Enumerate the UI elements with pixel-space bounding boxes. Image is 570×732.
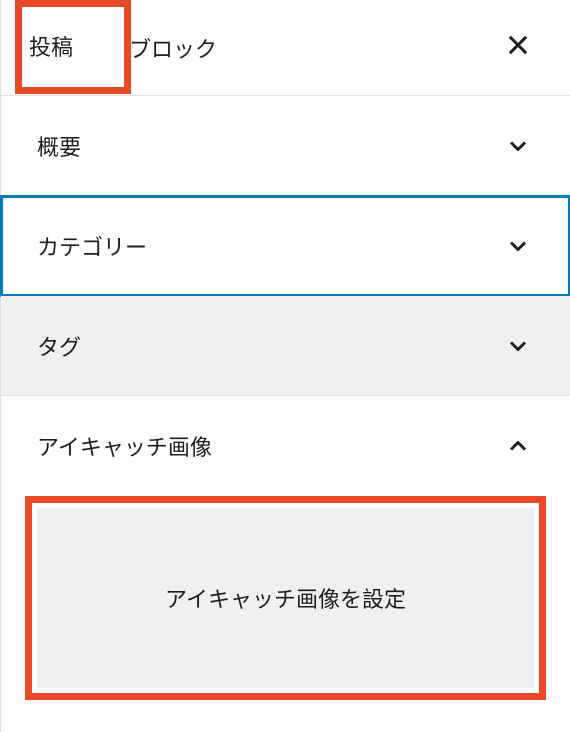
close-sidebar-button[interactable] [494, 24, 542, 72]
chevron-down-icon [502, 330, 534, 362]
chevron-down-icon [502, 230, 534, 262]
section-eyecatch-label: アイキャッチ画像 [37, 430, 212, 462]
section-eyecatch[interactable]: アイキャッチ画像 [1, 396, 570, 496]
set-eyecatch-button[interactable]: アイキャッチ画像を設定 [37, 508, 534, 688]
section-categories[interactable]: カテゴリー [1, 196, 570, 296]
section-summary[interactable]: 概要 [1, 96, 570, 196]
chevron-up-icon [502, 430, 534, 462]
close-icon [504, 31, 532, 64]
eyecatch-panel-body: アイキャッチ画像を設定 [1, 496, 570, 724]
chevron-down-icon [502, 130, 534, 162]
tab-post-label: 投稿 [29, 30, 73, 62]
section-tags[interactable]: タグ [1, 296, 570, 396]
settings-sidebar: 投稿 ブロック 概要 カテゴリー [0, 0, 570, 732]
section-categories-label: カテゴリー [37, 230, 147, 262]
tab-block-label: ブロック [129, 32, 217, 64]
set-eyecatch-button-label: アイキャッチ画像を設定 [165, 582, 406, 614]
section-summary-label: 概要 [37, 130, 81, 162]
sidebar-tabs: 投稿 ブロック [1, 0, 570, 96]
tab-post[interactable]: 投稿 [1, 0, 101, 95]
section-tags-label: タグ [37, 330, 81, 362]
tab-block[interactable]: ブロック [101, 0, 245, 95]
